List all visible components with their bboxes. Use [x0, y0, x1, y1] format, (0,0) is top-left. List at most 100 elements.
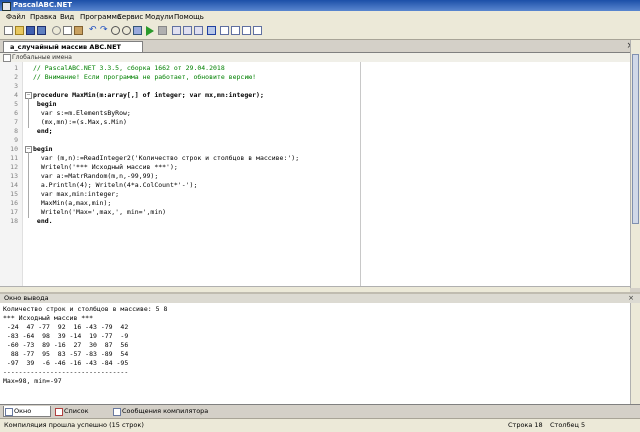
redo-icon[interactable]: ↷	[100, 26, 109, 35]
output-line: --------------------------------	[3, 368, 129, 376]
new-file-icon[interactable]	[4, 26, 13, 35]
code-line[interactable]: end;	[33, 127, 593, 136]
toolbar: ↶ ↷	[0, 23, 640, 40]
line-number: 10	[10, 145, 18, 153]
tab-output[interactable]: Окно вывода	[3, 406, 51, 426]
tab-errors[interactable]: Список ошибок	[54, 406, 110, 426]
step-over-icon[interactable]	[183, 26, 192, 35]
output-line: -97 39 -6 -46 -16 -43 -84 -95	[3, 359, 129, 367]
line-gutter: 1 2 3 4 5 6 7 8 9 10 11 12 13 14 15 16 17 18	[0, 62, 23, 286]
close-output-icon[interactable]: ×	[628, 294, 634, 303]
output-line: Количество строк и столбцов в массиве: 5…	[3, 305, 168, 313]
code-line[interactable]: begin	[33, 145, 593, 154]
menu-tools[interactable]: Сервис	[117, 11, 143, 23]
line-number: 2	[14, 73, 18, 81]
code-line[interactable]: // PascalABC.NET 3.3.5, сборка 1662 от 2…	[33, 64, 593, 73]
line-number: 3	[14, 82, 18, 90]
code-line[interactable]: Writeln('Max=',max,', min=',min)	[33, 208, 593, 217]
code-line[interactable]: procedure MaxMin(m:array[,] of integer; …	[33, 91, 593, 100]
line-number: 18	[10, 217, 18, 225]
editor-tab-bar: a_случайный массив ABC.NET 3.3.pas* ×	[0, 40, 640, 62]
step-out-icon[interactable]	[194, 26, 203, 35]
menu-bar: Файл Правка Вид Программа Сервис Модули …	[0, 11, 640, 23]
code-line[interactable]: var max,min:integer;	[33, 190, 593, 199]
line-number: 16	[10, 199, 18, 207]
menu-file[interactable]: Файл	[6, 11, 25, 23]
find-next-icon[interactable]	[122, 26, 131, 35]
line-number: 13	[10, 172, 18, 180]
line-number: 9	[14, 136, 18, 144]
scrollbar-thumb[interactable]	[632, 54, 639, 224]
code-line[interactable]: // Внимание! Если программа не работает,…	[33, 73, 593, 82]
code-editor[interactable]: 1 2 3 4 5 6 7 8 9 10 11 12 13 14 15 16 17 18 − − // Pasca…	[0, 62, 630, 286]
layout-icon[interactable]	[220, 26, 229, 35]
line-number: 5	[14, 100, 18, 108]
step-icon[interactable]	[172, 26, 181, 35]
code-line[interactable]: MaxMin(a,max,min);	[33, 199, 593, 208]
line-number: 7	[14, 118, 18, 126]
bottom-tabs: Окно вывода Список ошибок Сообщения комп…	[0, 404, 640, 426]
run-icon[interactable]	[146, 26, 154, 36]
global-names-checkbox[interactable]	[3, 54, 11, 62]
code-line[interactable]: var a:=MatrRandom(m,n,-99,99);	[33, 172, 593, 181]
output-scrollbar[interactable]	[630, 303, 640, 404]
code-line[interactable]: var (m,n):=ReadInteger2('Количество стро…	[33, 154, 593, 163]
fold-line	[28, 98, 29, 128]
window-title: PascalABC.NET	[13, 1, 73, 9]
menu-edit[interactable]: Правка	[30, 11, 57, 23]
code-line[interactable]: end.	[33, 217, 593, 226]
code-line[interactable]: a.Println(4); Writeln(4*a.ColCount*'-');	[33, 181, 593, 190]
window-icon[interactable]	[231, 26, 240, 35]
output-title: Окно вывода	[4, 294, 49, 302]
line-number: 8	[14, 127, 18, 135]
app-icon	[2, 2, 11, 11]
cut-icon[interactable]	[52, 26, 61, 35]
status-column: Столбец 5	[550, 421, 586, 429]
tab-compiler-messages[interactable]: Сообщения компилятора	[112, 406, 212, 417]
debug-icon[interactable]	[207, 26, 216, 35]
output-window[interactable]: Количество строк и столбцов в массиве: 5…	[0, 303, 630, 404]
save-icon[interactable]	[26, 26, 35, 35]
find-icon[interactable]	[111, 26, 120, 35]
compiler-tab-icon	[113, 408, 121, 416]
output-line: -83 -64 98 39 -14 19 -77 -9	[3, 332, 129, 340]
stop-icon[interactable]	[158, 26, 167, 35]
save-all-icon[interactable]	[37, 26, 46, 35]
paste-icon[interactable]	[74, 26, 83, 35]
replace-icon[interactable]	[133, 26, 142, 35]
code-line[interactable]	[33, 82, 593, 91]
line-number: 6	[14, 109, 18, 117]
editor-vertical-scrollbar[interactable]	[630, 40, 640, 288]
status-message: Компиляция прошла успешно (15 строк)	[4, 421, 144, 429]
line-number: 1	[14, 64, 18, 72]
menu-help[interactable]: Помощь	[174, 11, 204, 23]
fold-line	[28, 152, 29, 218]
code-line[interactable]: var s:=m.ElementsByRow;	[33, 109, 593, 118]
menu-view[interactable]: Вид	[60, 11, 74, 23]
editor-tab[interactable]: a_случайный массив ABC.NET 3.3.pas*	[3, 41, 143, 62]
output-line: 88 -77 95 83 -57 -83 -89 54	[3, 350, 129, 358]
line-number: 15	[10, 190, 18, 198]
undo-icon[interactable]: ↶	[89, 26, 98, 35]
copy-icon[interactable]	[63, 26, 72, 35]
menu-program[interactable]: Программа	[80, 11, 121, 23]
output-tab-icon	[5, 408, 13, 416]
code-line[interactable]: Writeln('*** Исходный массив ***');	[33, 163, 593, 172]
line-number: 14	[10, 181, 18, 189]
line-number: 17	[10, 208, 18, 216]
split-icon[interactable]	[253, 26, 262, 35]
errors-tab-icon	[55, 408, 63, 416]
code-line[interactable]: (mx,mn):=(s.Max,s.Min)	[33, 118, 593, 127]
code-line[interactable]: begin	[33, 100, 593, 109]
output-line: *** Исходный массив ***	[3, 314, 94, 322]
status-row: Строка 18	[508, 421, 543, 429]
title-bar: PascalABC.NET	[0, 0, 640, 11]
line-number: 11	[10, 154, 18, 162]
menu-modules[interactable]: Модули	[145, 11, 173, 23]
code-line[interactable]	[33, 136, 593, 145]
open-icon[interactable]	[15, 26, 24, 35]
settings-icon[interactable]	[242, 26, 251, 35]
line-number: 12	[10, 163, 18, 171]
output-line: -60 -73 89 -16 27 30 87 56	[3, 341, 129, 349]
output-line: Max=98, min=-97	[3, 377, 62, 385]
